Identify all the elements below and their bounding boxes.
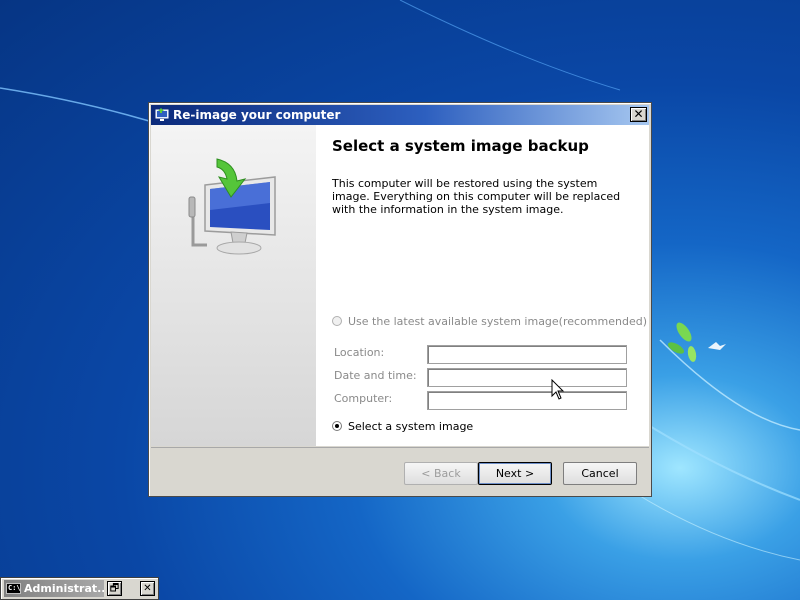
select-image-label[interactable]: Select a system image [348,420,473,433]
cmd-window-title-bar[interactable]: C:\ Administrat... [4,580,104,597]
select-image-option[interactable]: Select a system image [332,420,473,434]
dialog-content: Select a system image backup This comput… [316,125,649,446]
mouse-pointer-icon [551,379,565,400]
page-description: This computer will be restored using the… [332,177,621,216]
next-button[interactable]: Next > [478,462,552,485]
computer-field [427,391,627,410]
datetime-label: Date and time: [334,369,417,382]
restore-computer-icon [155,108,169,121]
cancel-button[interactable]: Cancel [563,462,637,485]
reimage-dialog: Re-image your computer ✕ Select a system… [148,102,652,497]
dialog-sidebar [151,125,316,446]
dialog-title: Re-image your computer [173,108,341,122]
minimized-cmd-window[interactable]: C:\ Administrat... 🗗 ✕ [0,577,159,600]
cmd-window-title: Administrat... [24,582,104,595]
select-image-radio[interactable] [332,421,342,431]
dialog-close-button[interactable]: ✕ [630,107,647,122]
dialog-client-area: Select a system image backup This comput… [151,125,649,446]
cmd-close-button[interactable]: ✕ [140,581,155,596]
datetime-field [427,368,627,387]
monitor-restore-illustration [188,158,276,255]
cmd-icon: C:\ [6,583,21,594]
page-heading: Select a system image backup [332,137,589,155]
back-button[interactable]: < Back [404,462,478,485]
latest-image-option: Use the latest available system image(re… [332,315,647,329]
location-label: Location: [334,346,385,359]
location-field [427,345,627,364]
computer-label: Computer: [334,392,393,405]
cmd-restore-button[interactable]: 🗗 [107,581,122,596]
dialog-titlebar[interactable]: Re-image your computer ✕ [151,105,649,125]
dialog-footer: < Back Next > Cancel [151,447,649,495]
leaf-decoration [667,322,697,362]
latest-image-radio [332,316,342,326]
latest-image-label: Use the latest available system image(re… [348,315,647,328]
